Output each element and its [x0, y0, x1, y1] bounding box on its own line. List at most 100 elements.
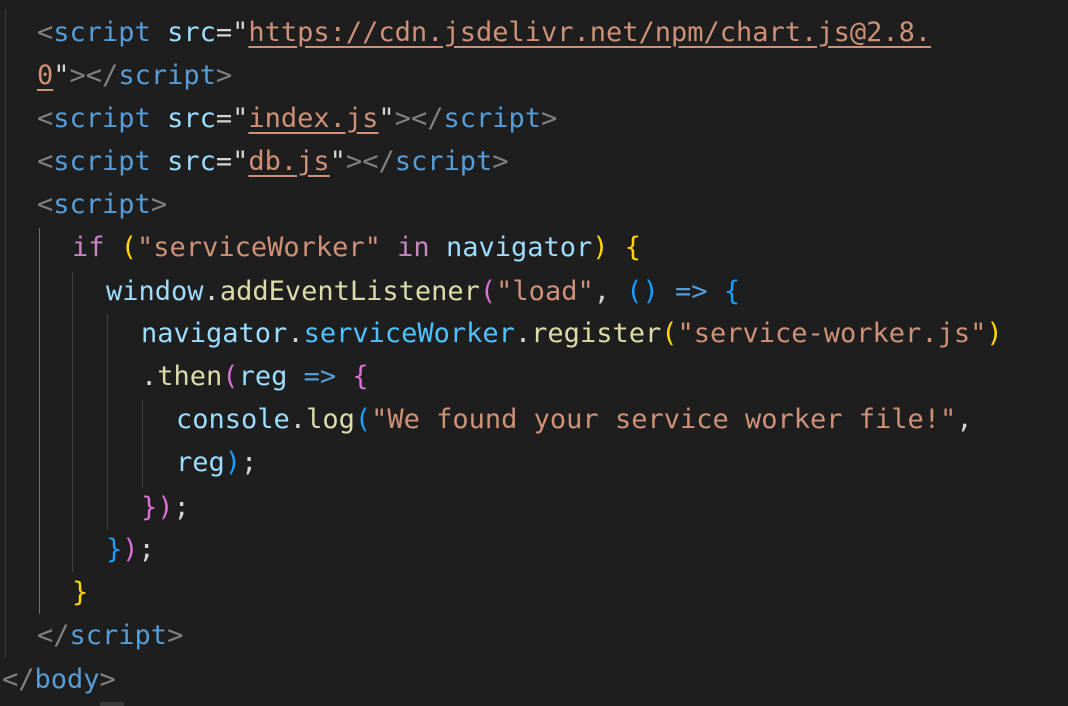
token-script-tag: script — [53, 17, 151, 48]
token-paren-close: ) — [157, 492, 174, 523]
token-paren-open: ( — [479, 276, 497, 307]
code-line-16[interactable]: </body> — [2, 658, 116, 701]
code-line-13[interactable]: }); — [106, 528, 155, 571]
code-editor[interactable]: <script src="https://cdn.jsdelivr.net/np… — [0, 0, 1068, 706]
token-eq-quote: =" — [215, 146, 249, 177]
token-brace-close: } — [106, 534, 123, 565]
token-gt: > — [345, 146, 363, 177]
token-register: register — [531, 318, 662, 349]
token-gt: > — [394, 103, 411, 134]
indent-guide — [72, 272, 73, 572]
token-add-event-listener: addEventListener — [219, 276, 480, 307]
token-log-message-string: "We found your service worker file!" — [371, 404, 957, 435]
token-quote: " — [378, 103, 395, 134]
token-lt-slash: </ — [362, 146, 395, 177]
token-brace-open: { — [352, 361, 369, 392]
token-paren-close: ) — [224, 447, 242, 478]
token-brace-close: } — [141, 492, 158, 523]
token-lt-slash: </ — [2, 664, 35, 695]
token-reg: reg — [176, 447, 225, 478]
token-paren-open: ( — [222, 361, 239, 392]
token-dot: . — [514, 318, 532, 349]
code-line-10[interactable]: console.log("We found your service worke… — [176, 398, 973, 441]
token-service-worker-prop: serviceWorker — [303, 318, 515, 349]
token-navigator: navigator — [445, 232, 593, 263]
token-gt: > — [492, 146, 509, 177]
code-line-11-wrap[interactable]: reg); — [176, 441, 257, 484]
token-paren-close: ) — [122, 534, 139, 565]
db-js-link[interactable]: db.js — [248, 146, 329, 177]
token-paren-close: ) — [986, 318, 1003, 349]
code-line-14[interactable]: } — [72, 571, 88, 614]
token-comma: , — [956, 404, 973, 435]
code-line-1[interactable]: <script src="https://cdn.jsdelivr.net/np… — [37, 11, 931, 54]
code-line-8[interactable]: navigator.serviceWorker.register("servic… — [141, 312, 1003, 355]
token-log: log — [306, 404, 355, 435]
token-script-tag: script — [53, 146, 151, 177]
index-js-link[interactable]: index.js — [248, 103, 378, 134]
token-src-attr: src — [167, 146, 216, 177]
token-service-worker-string: "serviceWorker" — [137, 232, 381, 263]
token-body-tag: body — [34, 664, 100, 695]
token-paren-close: ) — [642, 276, 659, 307]
horizontal-scrollbar-thumb[interactable] — [100, 702, 124, 706]
code-line-15[interactable]: </script> — [37, 614, 183, 657]
code-line-4[interactable]: <script src="db.js"></script> — [37, 140, 509, 183]
token-dot: . — [203, 276, 220, 307]
chartjs-cdn-link-cont[interactable]: 0 — [37, 60, 53, 91]
token-src-attr: src — [167, 17, 216, 48]
token-arrow: => — [303, 361, 337, 392]
token-brace-open: { — [624, 232, 642, 263]
token-paren-open: ( — [661, 318, 678, 349]
code-line-7[interactable]: window.addEventListener("load", () => { — [106, 270, 740, 313]
chartjs-cdn-link[interactable]: https://cdn.jsdelivr.net/npm/chart.js@2.… — [248, 17, 931, 48]
token-lt-slash: </ — [410, 103, 444, 134]
token-dot: . — [287, 318, 304, 349]
code-line-2-wrap[interactable]: 0"></script> — [37, 54, 232, 97]
token-quote-gt: " — [53, 60, 70, 91]
token-window: window — [106, 276, 204, 307]
token-paren-open: ( — [120, 232, 138, 263]
token-reg: reg — [238, 361, 288, 392]
token-lt-slash: </ — [37, 620, 70, 651]
token-script-tag: script — [118, 60, 216, 91]
token-lt: < — [37, 103, 54, 134]
token-lt-slash: </ — [85, 60, 119, 91]
token-if: if — [72, 232, 105, 263]
token-dot: . — [141, 361, 158, 392]
token-semicolon: ; — [138, 534, 155, 565]
token-arrow: => — [675, 276, 708, 307]
code-line-9[interactable]: .then(reg => { — [141, 355, 369, 398]
code-line-3[interactable]: <script src="index.js"></script> — [37, 97, 557, 140]
token-gt: > — [167, 620, 184, 651]
token-navigator: navigator — [141, 318, 288, 349]
token-comma: , — [593, 276, 610, 307]
token-gt: > — [215, 60, 233, 91]
token-gt: > — [541, 103, 558, 134]
token-brace-close: } — [72, 577, 89, 608]
code-line-6[interactable]: if ("serviceWorker" in navigator) { — [72, 226, 641, 269]
token-quote: " — [329, 146, 346, 177]
token-lt: < — [37, 189, 54, 220]
code-line-5[interactable]: <script> — [37, 183, 167, 226]
token-in: in — [397, 232, 430, 263]
token-then: then — [157, 361, 223, 392]
indent-guide — [142, 400, 143, 488]
token-paren-close: ) — [592, 232, 609, 263]
token-eq-quote: =" — [215, 103, 249, 134]
indent-guide — [107, 314, 108, 530]
token-lt: < — [37, 146, 54, 177]
token-gt: > — [99, 664, 116, 695]
token-script-tag: script — [53, 103, 151, 134]
code-line-12[interactable]: }); — [141, 486, 190, 529]
